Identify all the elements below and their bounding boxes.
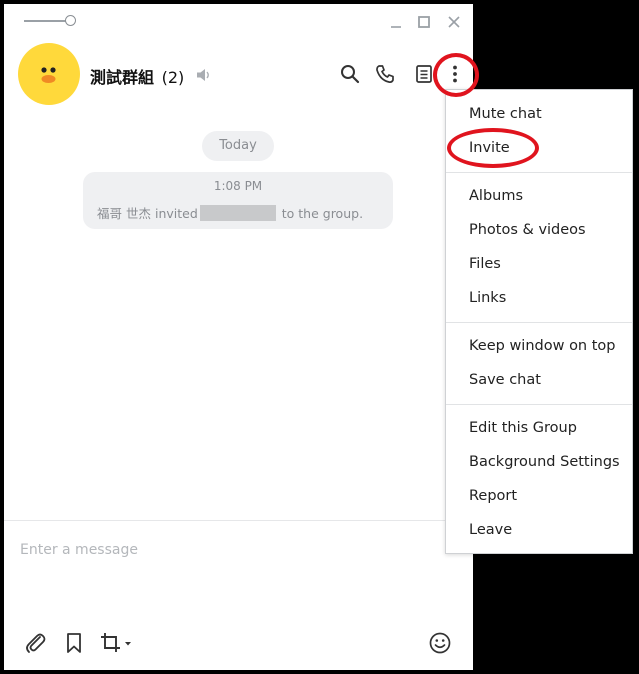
title-bar — [4, 4, 473, 40]
close-button[interactable] — [445, 13, 463, 31]
call-button[interactable] — [373, 62, 397, 86]
bookmark-icon — [67, 633, 81, 653]
search-icon — [341, 65, 360, 84]
close-icon — [448, 16, 460, 28]
menu-item-files[interactable]: Files — [446, 249, 632, 279]
menu-item-albums[interactable]: Albums — [446, 181, 632, 211]
menu-item-save-chat[interactable]: Save chat — [446, 365, 632, 395]
message-actor[interactable]: 福哥 世杰 — [97, 206, 151, 221]
notification-status — [196, 67, 212, 86]
menu-item-photos-videos[interactable]: Photos & videos — [446, 215, 632, 245]
paperclip-icon — [26, 633, 46, 653]
menu-item-report[interactable]: Report — [446, 481, 632, 511]
message-suffix: to the group. — [281, 206, 364, 221]
keep-button[interactable] — [61, 630, 87, 656]
attach-file-button[interactable] — [23, 630, 49, 656]
minimize-button[interactable] — [387, 13, 405, 31]
speaker-icon — [197, 69, 209, 81]
message-text: 福哥 世杰 invited to the group. — [97, 203, 363, 222]
smiley-icon — [429, 632, 451, 654]
menu-separator — [446, 404, 632, 405]
menu-item-links[interactable]: Links — [446, 283, 632, 313]
menu-separator — [446, 172, 632, 173]
highlight-ring-more-button — [433, 53, 479, 97]
group-avatar[interactable] — [18, 43, 80, 105]
chat-window: 測試群組 (2) Today 1:08 PM 福哥 世杰 invited to … — [4, 4, 473, 670]
emoji-button[interactable] — [427, 630, 453, 656]
highlight-ring-invite — [447, 128, 539, 168]
menu-item-keep-on-top[interactable]: Keep window on top — [446, 331, 632, 361]
composer-divider — [4, 520, 473, 521]
menu-item-edit-group[interactable]: Edit this Group — [446, 413, 632, 443]
message-time: 1:08 PM — [213, 179, 263, 193]
opacity-slider-knob[interactable] — [65, 15, 76, 26]
group-title: 測試群組 (2) — [90, 64, 184, 88]
redacted-name — [199, 205, 276, 221]
opacity-slider-track[interactable] — [24, 20, 68, 22]
search-button[interactable] — [338, 62, 362, 86]
menu-item-mute-chat[interactable]: Mute chat — [446, 99, 632, 129]
crop-icon — [101, 633, 131, 652]
group-name: 測試群組 — [90, 68, 155, 87]
message-input[interactable] — [20, 537, 440, 563]
member-count: (2) — [161, 68, 185, 87]
maximize-icon — [418, 16, 430, 28]
screenshot-button[interactable] — [99, 630, 135, 656]
menu-item-background-settings[interactable]: Background Settings — [446, 447, 632, 477]
date-separator: Today — [202, 131, 274, 161]
menu-separator — [446, 322, 632, 323]
menu-item-leave[interactable]: Leave — [446, 515, 632, 545]
system-message: 1:08 PM 福哥 世杰 invited to the group. — [83, 172, 393, 229]
minimize-icon — [391, 26, 401, 28]
maximize-button[interactable] — [415, 13, 433, 31]
notes-icon — [416, 65, 432, 83]
message-action: invited — [154, 206, 198, 221]
phone-icon — [376, 65, 394, 83]
duck-avatar-icon — [41, 67, 56, 83]
